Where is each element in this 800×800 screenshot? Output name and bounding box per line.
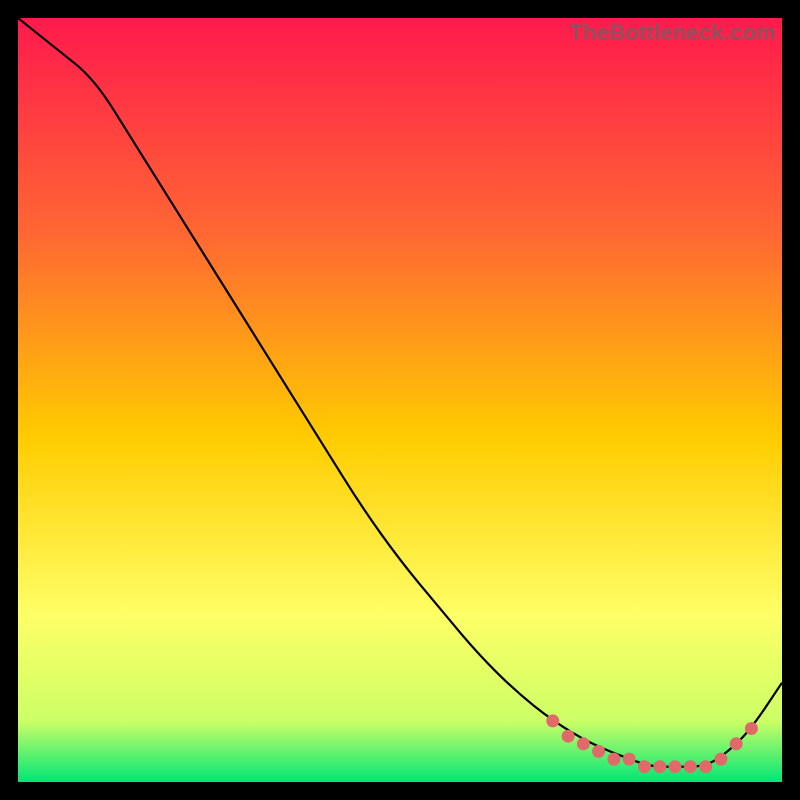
curve-marker [607, 753, 620, 766]
curve-marker [562, 730, 575, 743]
curve-marker [699, 760, 712, 773]
curve-marker [638, 760, 651, 773]
watermark-text: TheBottleneck.com [570, 20, 776, 46]
curve-marker [714, 753, 727, 766]
plot-area [18, 18, 782, 782]
curve-marker [684, 760, 697, 773]
curve-marker [577, 737, 590, 750]
curve-marker [653, 760, 666, 773]
chart-svg [18, 18, 782, 782]
chart-stage: TheBottleneck.com [0, 0, 800, 800]
curve-marker [745, 722, 758, 735]
curve-marker [592, 745, 605, 758]
curve-marker [623, 753, 636, 766]
curve-marker [546, 714, 559, 727]
curve-marker [669, 760, 682, 773]
gradient-bg [18, 18, 782, 782]
curve-marker [730, 737, 743, 750]
